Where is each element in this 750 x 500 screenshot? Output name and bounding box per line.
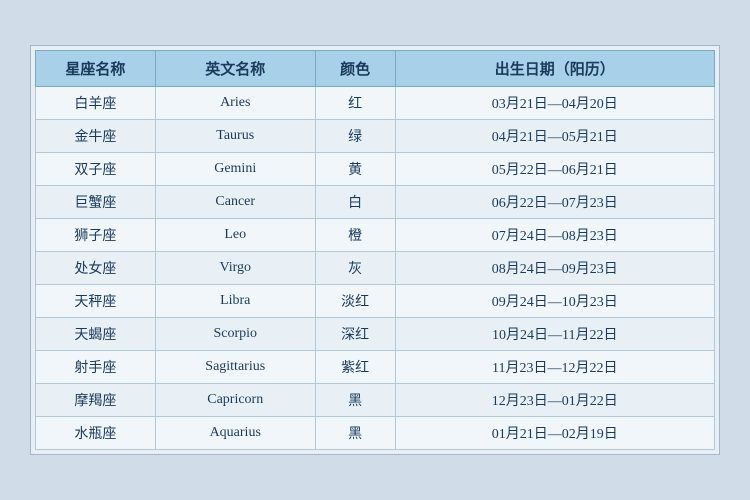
- table-row: 双子座Gemini黄05月22日—06月21日: [36, 153, 715, 186]
- cell-color: 淡红: [315, 285, 395, 318]
- cell-chinese: 摩羯座: [36, 384, 156, 417]
- cell-color: 红: [315, 87, 395, 120]
- cell-english: Scorpio: [155, 318, 315, 351]
- cell-english: Aquarius: [155, 417, 315, 450]
- zodiac-table: 星座名称 英文名称 颜色 出生日期（阳历） 白羊座Aries红03月21日—04…: [35, 50, 715, 450]
- table-row: 处女座Virgo灰08月24日—09月23日: [36, 252, 715, 285]
- table-row: 狮子座Leo橙07月24日—08月23日: [36, 219, 715, 252]
- cell-date: 06月22日—07月23日: [395, 186, 714, 219]
- cell-date: 11月23日—12月22日: [395, 351, 714, 384]
- cell-english: Capricorn: [155, 384, 315, 417]
- cell-color: 深红: [315, 318, 395, 351]
- cell-date: 03月21日—04月20日: [395, 87, 714, 120]
- cell-date: 09月24日—10月23日: [395, 285, 714, 318]
- cell-chinese: 白羊座: [36, 87, 156, 120]
- cell-date: 12月23日—01月22日: [395, 384, 714, 417]
- cell-date: 10月24日—11月22日: [395, 318, 714, 351]
- cell-color: 紫红: [315, 351, 395, 384]
- cell-chinese: 天蝎座: [36, 318, 156, 351]
- cell-chinese: 射手座: [36, 351, 156, 384]
- cell-color: 黄: [315, 153, 395, 186]
- table-row: 水瓶座Aquarius黑01月21日—02月19日: [36, 417, 715, 450]
- cell-english: Sagittarius: [155, 351, 315, 384]
- cell-date: 04月21日—05月21日: [395, 120, 714, 153]
- cell-color: 白: [315, 186, 395, 219]
- header-english: 英文名称: [155, 51, 315, 87]
- table-row: 巨蟹座Cancer白06月22日—07月23日: [36, 186, 715, 219]
- cell-chinese: 水瓶座: [36, 417, 156, 450]
- header-color: 颜色: [315, 51, 395, 87]
- cell-color: 灰: [315, 252, 395, 285]
- table-row: 天蝎座Scorpio深红10月24日—11月22日: [36, 318, 715, 351]
- cell-chinese: 天秤座: [36, 285, 156, 318]
- cell-chinese: 金牛座: [36, 120, 156, 153]
- cell-english: Taurus: [155, 120, 315, 153]
- cell-chinese: 处女座: [36, 252, 156, 285]
- cell-chinese: 双子座: [36, 153, 156, 186]
- table-row: 天秤座Libra淡红09月24日—10月23日: [36, 285, 715, 318]
- zodiac-table-container: 星座名称 英文名称 颜色 出生日期（阳历） 白羊座Aries红03月21日—04…: [30, 45, 720, 455]
- table-row: 金牛座Taurus绿04月21日—05月21日: [36, 120, 715, 153]
- table-row: 射手座Sagittarius紫红11月23日—12月22日: [36, 351, 715, 384]
- cell-color: 橙: [315, 219, 395, 252]
- cell-english: Aries: [155, 87, 315, 120]
- table-row: 摩羯座Capricorn黑12月23日—01月22日: [36, 384, 715, 417]
- header-date: 出生日期（阳历）: [395, 51, 714, 87]
- table-row: 白羊座Aries红03月21日—04月20日: [36, 87, 715, 120]
- table-header-row: 星座名称 英文名称 颜色 出生日期（阳历）: [36, 51, 715, 87]
- cell-color: 绿: [315, 120, 395, 153]
- cell-chinese: 狮子座: [36, 219, 156, 252]
- cell-color: 黑: [315, 384, 395, 417]
- cell-english: Cancer: [155, 186, 315, 219]
- cell-date: 07月24日—08月23日: [395, 219, 714, 252]
- cell-english: Libra: [155, 285, 315, 318]
- cell-english: Virgo: [155, 252, 315, 285]
- cell-color: 黑: [315, 417, 395, 450]
- cell-chinese: 巨蟹座: [36, 186, 156, 219]
- header-chinese: 星座名称: [36, 51, 156, 87]
- cell-date: 01月21日—02月19日: [395, 417, 714, 450]
- cell-english: Leo: [155, 219, 315, 252]
- cell-english: Gemini: [155, 153, 315, 186]
- cell-date: 05月22日—06月21日: [395, 153, 714, 186]
- cell-date: 08月24日—09月23日: [395, 252, 714, 285]
